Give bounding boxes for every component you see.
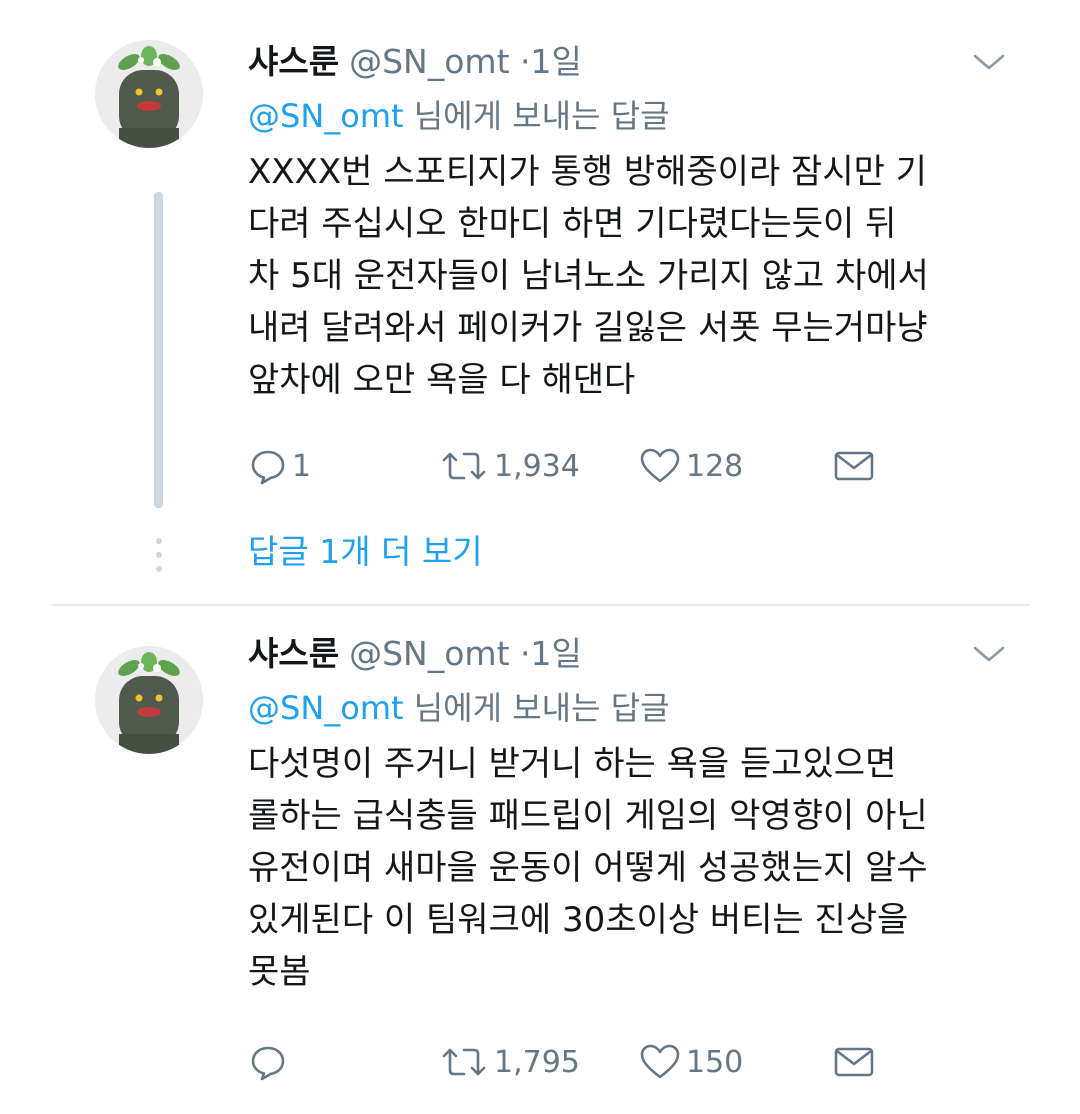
thread-dots-icon: [154, 538, 163, 572]
avatar-image: [95, 646, 203, 754]
reply-button[interactable]: [248, 1036, 292, 1088]
timestamp[interactable]: 1일: [531, 634, 582, 673]
replying-to-text: 님에게 보내는 답글: [403, 97, 670, 135]
tweet-header: 샤스룬 @SN_omt ·1일: [248, 630, 1008, 678]
tweet-text-line: 내려 달려와서 페이커가 길잃은 서폿 무는거마냥: [248, 308, 928, 348]
tweet-actions: 1,795 150: [248, 1036, 1008, 1088]
tweet-text-line: 있게된다 이 팀워크에 30초이상 버티는 진상을: [248, 900, 909, 940]
retweet-button[interactable]: 1,795: [438, 1036, 580, 1088]
replying-to: @SN_omt 님에게 보내는 답글: [248, 92, 1008, 140]
dot-separator: ·: [520, 634, 531, 673]
heart-icon: [640, 448, 680, 483]
tweet-text: 다섯명이 주거니 받거니 하는 욕을 듣고있으면 롤하는 급식충들 패드립이 게…: [248, 738, 1008, 998]
tweet-text-line: 앞차에 오만 욕을 다 해댄다: [248, 360, 636, 400]
user-handle[interactable]: @SN_omt: [349, 42, 509, 81]
user-handle[interactable]: @SN_omt: [349, 634, 509, 673]
tweet[interactable]: 샤스룬 @SN_omt ·1일 @SN_omt 님에게 보내는 답글 다섯명이 주…: [0, 608, 1080, 1114]
tweet-text-line: 차 5대 운전자들이 남녀노소 가리지 않고 차에서: [248, 256, 929, 296]
avatar-image: [95, 40, 203, 148]
replying-to-text: 님에게 보내는 답글: [403, 689, 670, 727]
tweet-text-line: 못봄: [248, 952, 311, 992]
show-more-replies-link[interactable]: 답글 1개 더 보기: [248, 528, 483, 576]
like-button[interactable]: 128: [638, 440, 743, 492]
tweet-divider: [52, 604, 1030, 606]
retweet-icon: [442, 452, 486, 480]
tweet-content: 샤스룬 @SN_omt ·1일 @SN_omt 님에게 보내는 답글 다섯명이 주…: [248, 630, 1008, 1088]
chevron-down-icon[interactable]: [972, 644, 1006, 664]
reply-count: 1: [292, 448, 312, 484]
heart-icon: [640, 1044, 680, 1079]
timestamp[interactable]: 1일: [531, 42, 582, 81]
retweet-count: 1,795: [494, 1044, 580, 1080]
avatar[interactable]: [95, 40, 203, 148]
retweet-count: 1,934: [494, 448, 580, 484]
tweet-text-line: 유전이며 새마을 운동이 어떻게 성공했는지 알수: [248, 848, 928, 888]
dot-separator: ·: [520, 42, 531, 81]
envelope-icon: [834, 451, 874, 481]
tweet-text-line: XXXX번 스포티지가 통행 방해중이라 잠시만 기: [248, 152, 927, 192]
tweet-header: 샤스룬 @SN_omt ·1일: [248, 38, 1008, 86]
chevron-down-icon[interactable]: [972, 52, 1006, 72]
envelope-icon: [834, 1047, 874, 1077]
retweet-icon: [442, 1048, 486, 1076]
tweet-text: XXXX번 스포티지가 통행 방해중이라 잠시만 기 다려 주십시오 한마디 하…: [248, 146, 1008, 406]
speech-bubble-icon: [251, 1046, 285, 1081]
tweet-text-line: 다려 주십시오 한마디 하면 기다렸다는듯이 뒤: [248, 204, 897, 244]
direct-message-button[interactable]: [832, 440, 876, 492]
tweet-text-line: 롤하는 급식충들 패드립이 게임의 악영향이 아닌: [248, 796, 928, 836]
retweet-button[interactable]: 1,934: [438, 440, 580, 492]
direct-message-button[interactable]: [832, 1036, 876, 1088]
like-count: 150: [686, 1044, 744, 1080]
reply-mention-link[interactable]: @SN_omt: [248, 97, 404, 135]
tweet[interactable]: 샤스룬 @SN_omt ·1일 @SN_omt 님에게 보내는 답글 XXXX번 …: [0, 0, 1080, 605]
replying-to: @SN_omt 님에게 보내는 답글: [248, 684, 1008, 732]
display-name[interactable]: 샤스룬: [248, 42, 339, 81]
thread-line: [154, 192, 163, 508]
reply-mention-link[interactable]: @SN_omt: [248, 689, 404, 727]
avatar[interactable]: [95, 646, 203, 754]
tweet-actions: 1 1,934 128: [248, 440, 1008, 492]
reply-button[interactable]: 1: [248, 440, 311, 492]
like-count: 128: [686, 448, 744, 484]
speech-bubble-icon: [251, 450, 285, 485]
tweet-content: 샤스룬 @SN_omt ·1일 @SN_omt 님에게 보내는 답글 XXXX번 …: [248, 38, 1008, 492]
like-button[interactable]: 150: [638, 1036, 743, 1088]
display-name[interactable]: 샤스룬: [248, 634, 339, 673]
tweet-text-line: 다섯명이 주거니 받거니 하는 욕을 듣고있으면: [248, 744, 897, 784]
